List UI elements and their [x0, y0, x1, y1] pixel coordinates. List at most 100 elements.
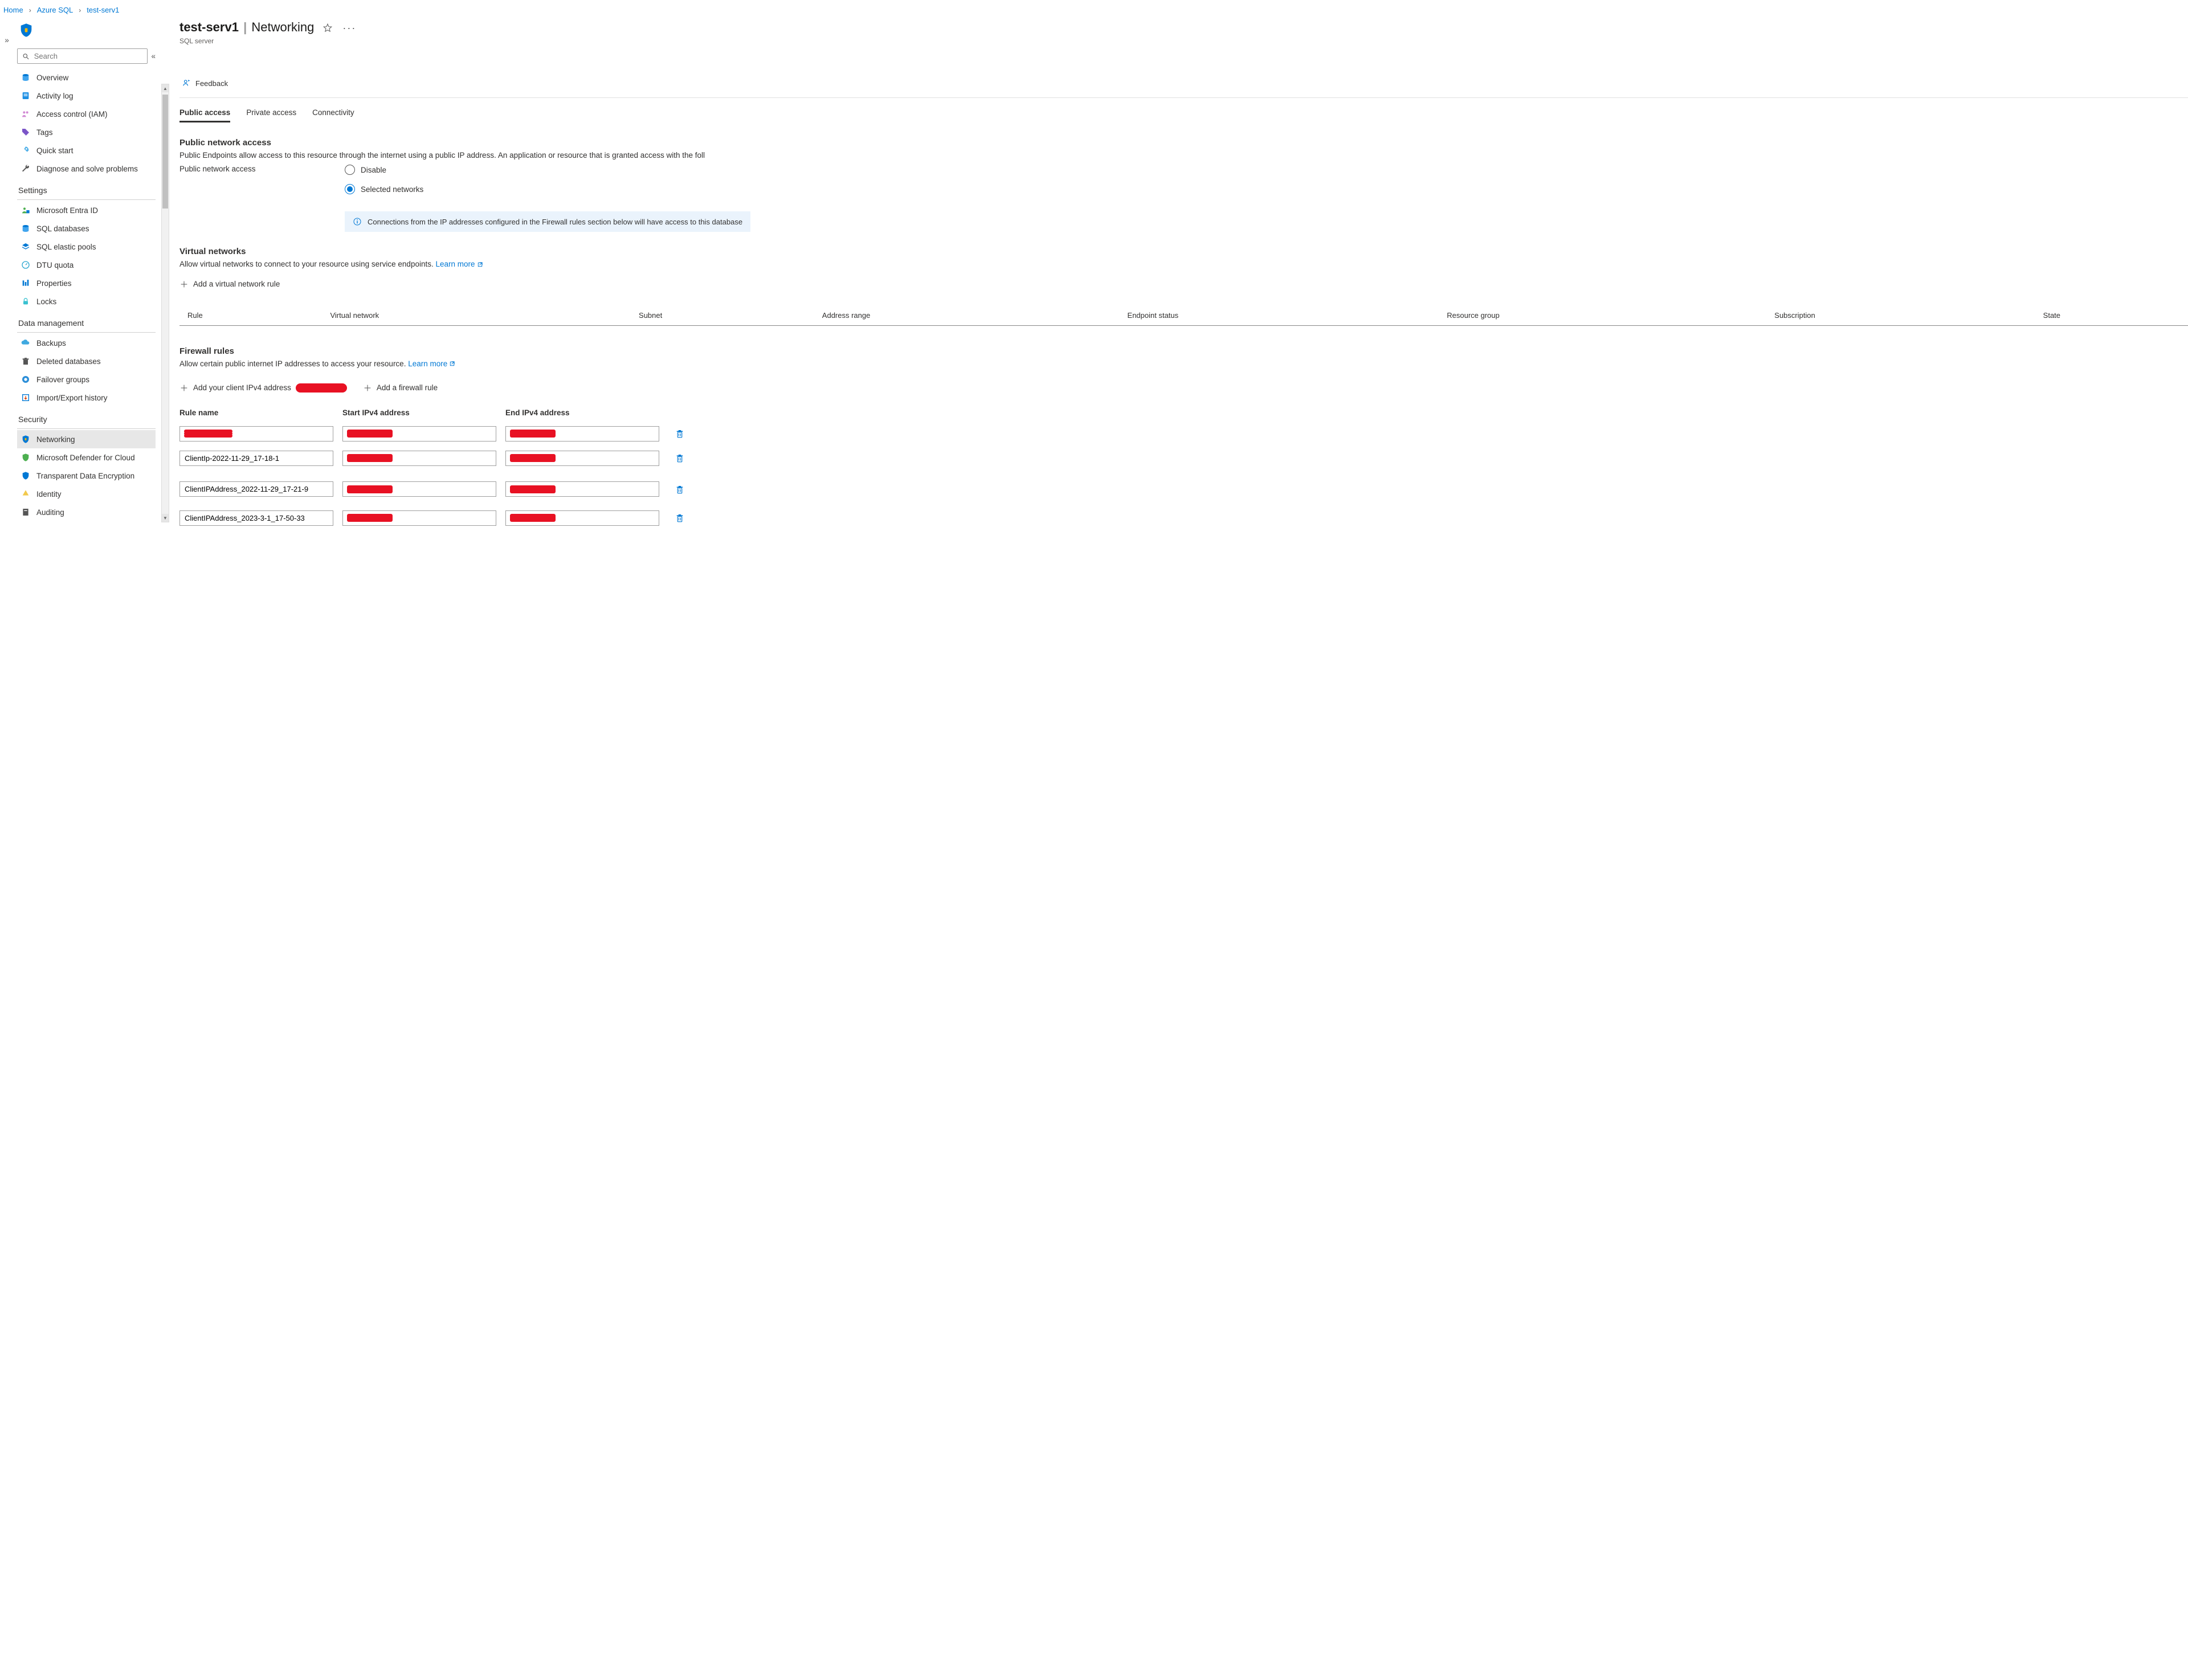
fw-rule-name-input[interactable]	[179, 451, 333, 466]
radio-icon	[345, 165, 355, 175]
tab-connectivity[interactable]: Connectivity	[312, 105, 354, 122]
sidebar-item-label: SQL databases	[36, 224, 89, 233]
sidebar-item-label: Identity	[36, 490, 62, 498]
vnet-col-state[interactable]: State	[2035, 306, 2188, 326]
vnet-col-addr[interactable]: Address range	[814, 306, 1120, 326]
firewall-learn-more-link[interactable]: Learn more	[408, 359, 455, 368]
vnet-col-sub[interactable]: Subscription	[1766, 306, 2035, 326]
add-client-ip-label: Add your client IPv4 address	[193, 383, 291, 392]
sidebar-item-activity-log[interactable]: Activity log	[17, 87, 156, 105]
sidebar-item-backups[interactable]: Backups	[17, 334, 156, 352]
collapse-icon[interactable]: «	[151, 52, 156, 60]
sidebar-item-iam[interactable]: Access control (IAM)	[17, 105, 156, 123]
sidebar-item-entra[interactable]: Microsoft Entra ID	[17, 201, 156, 219]
add-firewall-rule-button[interactable]: Add a firewall rule	[363, 383, 438, 393]
redacted-ip	[296, 383, 347, 393]
plus-icon	[179, 280, 189, 289]
fw-rule-start-input[interactable]	[342, 426, 496, 442]
more-button[interactable]: ···	[341, 20, 357, 36]
add-client-ip-button[interactable]: Add your client IPv4 address	[179, 383, 347, 393]
title-divider: |	[242, 20, 251, 34]
sidebar-item-diagnose[interactable]: Diagnose and solve problems	[17, 160, 156, 178]
sidebar-item-dtu[interactable]: DTU quota	[17, 256, 156, 274]
section-title: Networking	[251, 20, 314, 34]
sidebar-item-defender[interactable]: Microsoft Defender for Cloud	[17, 448, 156, 467]
fw-rule-end-input[interactable]	[505, 451, 659, 466]
identity-icon	[21, 489, 31, 499]
fw-rule-start-input[interactable]	[342, 510, 496, 526]
favorite-button[interactable]	[320, 20, 336, 36]
sidebar-section-settings: Settings	[17, 178, 156, 197]
vnet-col-subnet[interactable]: Subnet	[631, 306, 814, 326]
sidebar-item-networking[interactable]: Networking	[17, 430, 156, 448]
database-icon	[21, 223, 31, 234]
defender-icon	[21, 452, 31, 463]
sidebar-item-locks[interactable]: Locks	[17, 292, 156, 310]
sidebar-item-databases[interactable]: SQL databases	[17, 219, 156, 238]
search-icon	[22, 52, 30, 60]
chevron-right-icon: ›	[28, 6, 32, 14]
vnet-col-rg[interactable]: Resource group	[1439, 306, 1766, 326]
command-bar: Feedback	[179, 75, 2188, 92]
vnet-learn-more-link[interactable]: Learn more	[435, 260, 483, 268]
sidebar-section-security: Security	[17, 407, 156, 426]
sidebar-item-label: Overview	[36, 73, 68, 82]
sql-shield-icon	[18, 22, 34, 38]
breadcrumb-azuresql[interactable]: Azure SQL	[37, 6, 74, 14]
public-access-label: Public network access	[179, 165, 322, 232]
add-vnet-rule-button[interactable]: Add a virtual network rule	[179, 280, 280, 289]
fw-rule-start-input[interactable]	[342, 451, 496, 466]
add-vnet-rule-label: Add a virtual network rule	[193, 280, 280, 288]
sidebar-item-label: Activity log	[36, 92, 74, 100]
backup-icon	[21, 338, 31, 348]
fw-rule-start-input[interactable]	[342, 481, 496, 497]
fw-rule-end-input[interactable]	[505, 510, 659, 526]
radio-icon	[345, 184, 355, 194]
sidebar-item-deleted-db[interactable]: Deleted databases	[17, 352, 156, 370]
vnet-col-endpoint[interactable]: Endpoint status	[1120, 306, 1439, 326]
delete-rule-button[interactable]	[668, 453, 691, 463]
feedback-button[interactable]: Feedback	[179, 75, 230, 92]
sidebar-item-quickstart[interactable]: Quick start	[17, 141, 156, 160]
sidebar-item-tags[interactable]: Tags	[17, 123, 156, 141]
fw-rule-name-input[interactable]	[179, 481, 333, 497]
vnet-col-rule[interactable]: Rule	[179, 306, 322, 326]
entra-icon	[21, 205, 31, 215]
vnet-heading: Virtual networks	[179, 247, 2188, 256]
sidebar-item-auditing[interactable]: Auditing	[17, 503, 156, 521]
activity-log-icon	[21, 91, 31, 101]
sidebar-item-identity[interactable]: Identity	[17, 485, 156, 503]
sidebar-section-data: Data management	[17, 310, 156, 330]
sidebar-item-tde[interactable]: Transparent Data Encryption	[17, 467, 156, 485]
tab-private-access[interactable]: Private access	[246, 105, 296, 122]
radio-selected-networks[interactable]: Selected networks	[345, 184, 750, 194]
sidebar-item-properties[interactable]: Properties	[17, 274, 156, 292]
delete-rule-button[interactable]	[668, 484, 691, 494]
breadcrumb-resource[interactable]: test-serv1	[87, 6, 119, 14]
sidebar-item-failover[interactable]: Failover groups	[17, 370, 156, 389]
fw-rule-end-input[interactable]	[505, 481, 659, 497]
breadcrumb-home[interactable]: Home	[3, 6, 23, 14]
properties-icon	[21, 278, 31, 288]
chevron-right-icon: ›	[77, 6, 82, 14]
tab-public-access[interactable]: Public access	[179, 105, 230, 122]
search-input[interactable]	[17, 48, 148, 64]
vnet-col-vnet[interactable]: Virtual network	[322, 306, 631, 326]
sidebar-item-overview[interactable]: Overview	[17, 68, 156, 87]
tabs: Public access Private access Connectivit…	[179, 105, 2188, 123]
sidebar-item-elastic[interactable]: SQL elastic pools	[17, 238, 156, 256]
vnet-table: Rule Virtual network Subnet Address rang…	[179, 306, 2188, 326]
sidebar-item-import-export[interactable]: Import/Export history	[17, 389, 156, 407]
sidebar-item-label: Transparent Data Encryption	[36, 472, 134, 480]
fw-rule-end-input[interactable]	[505, 426, 659, 442]
sidebar-item-label: Backups	[36, 339, 66, 348]
firewall-heading: Firewall rules	[179, 346, 2188, 356]
fw-rule-name-input[interactable]	[179, 510, 333, 526]
radio-disable[interactable]: Disable	[345, 165, 750, 175]
expand-panel-icon[interactable]: »	[0, 15, 14, 44]
fw-rule-name-input[interactable]	[179, 426, 333, 442]
feedback-icon	[182, 78, 192, 88]
delete-rule-button[interactable]	[668, 428, 691, 439]
plus-icon	[363, 383, 372, 393]
delete-rule-button[interactable]	[668, 513, 691, 523]
